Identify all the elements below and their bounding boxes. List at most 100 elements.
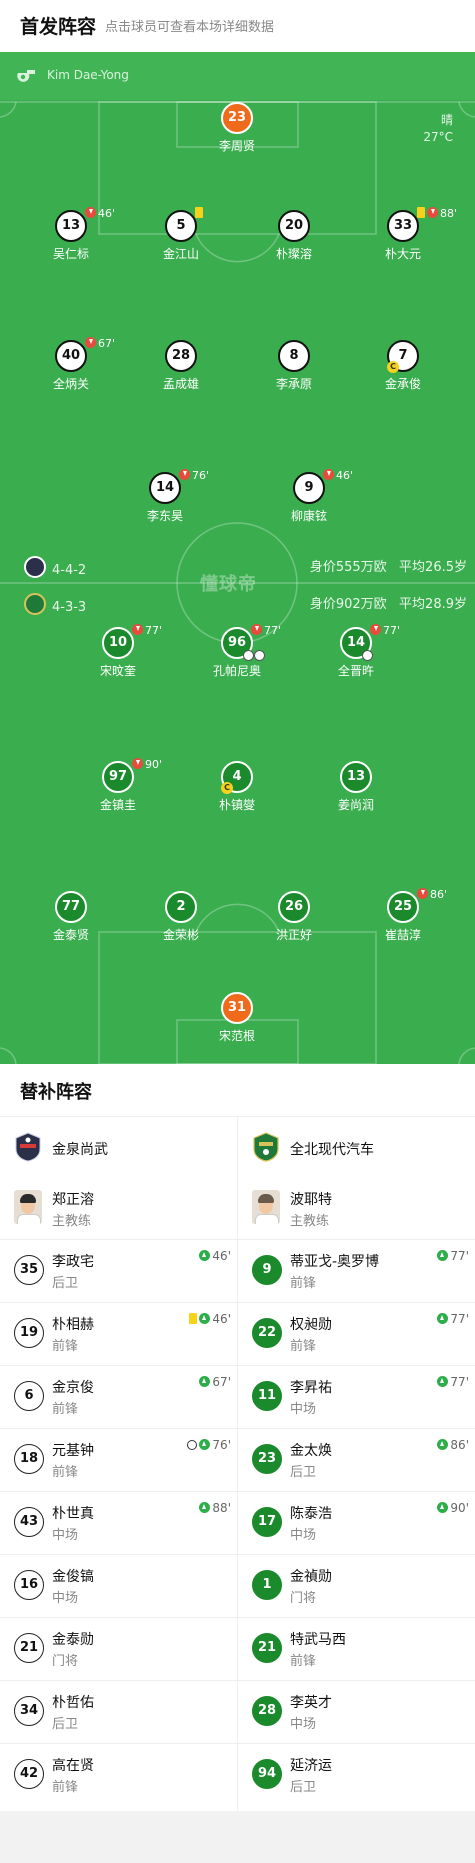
sub-out-badge: 77' bbox=[251, 624, 281, 637]
sub-player-row[interactable]: 17 陈泰浩 中场 90' bbox=[238, 1491, 475, 1555]
sub-player-row[interactable]: 43 朴世真 中场 88' bbox=[0, 1491, 237, 1555]
player-away-def-2[interactable]: 2 金荣彬 bbox=[126, 891, 236, 943]
player-home-def-3[interactable]: 20 朴璨溶 bbox=[239, 210, 349, 262]
sub-in-icon bbox=[199, 1313, 211, 1324]
player-home-mid-3[interactable]: 8 李承原 bbox=[239, 340, 349, 392]
sub-player-position: 中场 bbox=[52, 1528, 79, 1543]
player-home-fwd-2[interactable]: 9 46' 柳康铉 bbox=[254, 469, 364, 524]
home-formation: 4-4-2 bbox=[24, 556, 86, 578]
away-coach[interactable]: 波耶特 主教练 bbox=[238, 1177, 475, 1240]
player-name: 宋范根 bbox=[218, 1029, 255, 1043]
player-home-def-2[interactable]: 5 金江山 bbox=[126, 207, 236, 262]
player-number: 28 bbox=[165, 340, 197, 372]
sub-player-row[interactable]: 94 延济运 后卫 bbox=[238, 1743, 475, 1806]
sub-player-row[interactable]: 19 朴相赫 前锋 46' bbox=[0, 1302, 237, 1366]
sub-out-icon bbox=[85, 337, 96, 348]
away-team-row[interactable]: 全北现代汽车 bbox=[238, 1117, 475, 1177]
sub-in-icon bbox=[437, 1376, 449, 1387]
home-subs-column: 金泉尚武 郑正溶 主教练 35 李政宅 后卫 46' 19 朴相赫 前锋 46'… bbox=[0, 1117, 238, 1811]
player-away-fwd-3[interactable]: 14 77' 全晋旿 bbox=[301, 624, 411, 679]
sub-player-row[interactable]: 35 李政宅 后卫 46' bbox=[0, 1239, 237, 1303]
player-home-def-4[interactable]: 33 88' 朴大元 bbox=[348, 207, 458, 262]
sub-player-name: 高在贤 bbox=[52, 1758, 94, 1774]
away-team-badge-icon bbox=[24, 593, 46, 615]
player-home-gk[interactable]: 23 李周贤 bbox=[182, 102, 292, 154]
sub-player-number: 22 bbox=[252, 1318, 282, 1348]
weather-info: 晴 27°C bbox=[423, 112, 453, 146]
player-away-def-3[interactable]: 26 洪正好 bbox=[239, 891, 349, 943]
referee-bar: Kim Dae-Yong bbox=[0, 52, 475, 100]
goal-icon bbox=[243, 650, 254, 661]
player-number: 31 bbox=[221, 992, 253, 1024]
sub-player-row[interactable]: 21 特武马西 前锋 bbox=[238, 1617, 475, 1681]
coach-role: 主教练 bbox=[290, 1214, 330, 1229]
sub-player-row[interactable]: 9 蒂亚戈-奥罗博 前锋 77' bbox=[238, 1239, 475, 1303]
sub-player-name: 蒂亚戈-奥罗博 bbox=[290, 1254, 380, 1270]
player-number: 23 bbox=[221, 102, 253, 134]
player-home-def-1[interactable]: 13 46' 吴仁标 bbox=[16, 207, 126, 262]
subs-list: 金泉尚武 郑正溶 主教练 35 李政宅 后卫 46' 19 朴相赫 前锋 46'… bbox=[0, 1117, 475, 1811]
player-away-mid-2[interactable]: 4C 朴镇燮 bbox=[182, 761, 292, 813]
sub-player-position: 门将 bbox=[290, 1591, 317, 1606]
player-away-fwd-1[interactable]: 10 77' 宋旼奎 bbox=[63, 624, 173, 679]
sub-player-number: 43 bbox=[14, 1507, 44, 1537]
player-name: 洪正好 bbox=[275, 928, 312, 942]
player-away-fwd-2[interactable]: 96 77' 孔帕尼奥 bbox=[182, 624, 292, 679]
sub-player-row[interactable]: 21 金泰勋 门将 bbox=[0, 1617, 237, 1681]
player-away-mid-1[interactable]: 97 90' 金镇圭 bbox=[63, 758, 173, 813]
player-number: 2 bbox=[165, 891, 197, 923]
home-coach[interactable]: 郑正溶 主教练 bbox=[0, 1177, 237, 1240]
sub-player-position: 前锋 bbox=[290, 1339, 317, 1354]
player-name: 金承俊 bbox=[384, 377, 421, 391]
coach-avatar bbox=[14, 1190, 42, 1224]
sub-player-row[interactable]: 22 权昶勋 前锋 77' bbox=[238, 1302, 475, 1366]
sub-out-icon bbox=[251, 624, 262, 635]
yellow-card-icon bbox=[195, 207, 203, 218]
sub-out-icon bbox=[179, 469, 190, 480]
sub-in-icon bbox=[199, 1376, 211, 1387]
goal-icon bbox=[187, 1440, 198, 1450]
sub-player-name: 朴相赫 bbox=[52, 1317, 94, 1333]
sub-player-row[interactable]: 23 金太焕 后卫 86' bbox=[238, 1428, 475, 1492]
coach-name: 波耶特 bbox=[290, 1192, 332, 1208]
player-home-mid-4[interactable]: 7C 金承俊 bbox=[348, 340, 458, 392]
goal-icon bbox=[362, 650, 373, 661]
sub-player-row[interactable]: 42 高在贤 前锋 bbox=[0, 1743, 237, 1806]
player-number: 97 bbox=[102, 761, 134, 793]
player-away-gk[interactable]: 31 宋范根 bbox=[182, 992, 292, 1044]
captain-icon: C bbox=[221, 782, 233, 794]
sub-player-row[interactable]: 18 元基钟 前锋 76' bbox=[0, 1428, 237, 1492]
player-name: 李东昊 bbox=[146, 509, 183, 523]
player-name: 朴璨溶 bbox=[275, 247, 312, 261]
sub-out-badge: 46' bbox=[85, 207, 115, 220]
home-team-row[interactable]: 金泉尚武 bbox=[0, 1117, 237, 1177]
sub-player-row[interactable]: 11 李昇祐 中场 77' bbox=[238, 1365, 475, 1429]
player-name: 姜尚润 bbox=[337, 798, 374, 812]
sub-out-icon bbox=[85, 207, 96, 218]
player-home-fwd-1[interactable]: 14 76' 李东昊 bbox=[110, 469, 220, 524]
sub-in-event: 77' bbox=[437, 1375, 469, 1389]
sub-player-name: 金俊镐 bbox=[52, 1569, 94, 1585]
player-home-mid-2[interactable]: 28 孟成雄 bbox=[126, 340, 236, 392]
player-away-mid-3[interactable]: 13 姜尚润 bbox=[301, 761, 411, 813]
player-away-def-1[interactable]: 77 金泰贤 bbox=[16, 891, 126, 943]
player-name: 李承原 bbox=[275, 377, 312, 391]
player-number: 14 bbox=[149, 472, 181, 504]
player-name: 崔喆淳 bbox=[384, 928, 421, 942]
player-number: 25 bbox=[387, 891, 419, 923]
home-team-badge-icon bbox=[24, 556, 46, 578]
sub-player-row[interactable]: 28 李英才 中场 bbox=[238, 1680, 475, 1744]
coach-avatar bbox=[252, 1190, 280, 1224]
sub-player-row[interactable]: 16 金俊镐 中场 bbox=[0, 1554, 237, 1618]
pitch: Kim Dae-Yong 晴 27°C 23 李周贤 13 46' 吴仁标 5 … bbox=[0, 52, 475, 1064]
sub-player-row[interactable]: 1 金禎勋 门将 bbox=[238, 1554, 475, 1618]
sub-player-number: 34 bbox=[14, 1696, 44, 1726]
player-number: 20 bbox=[278, 210, 310, 242]
player-away-def-4[interactable]: 25 86' 崔喆淳 bbox=[348, 888, 458, 943]
player-number: 14 bbox=[340, 627, 373, 661]
player-home-mid-1[interactable]: 40 67' 全炳关 bbox=[16, 337, 126, 392]
sub-player-position: 中场 bbox=[290, 1528, 317, 1543]
away-formation: 4-3-3 bbox=[24, 593, 86, 615]
sub-player-row[interactable]: 6 金京俊 前锋 67' bbox=[0, 1365, 237, 1429]
sub-player-row[interactable]: 34 朴哲佑 后卫 bbox=[0, 1680, 237, 1744]
